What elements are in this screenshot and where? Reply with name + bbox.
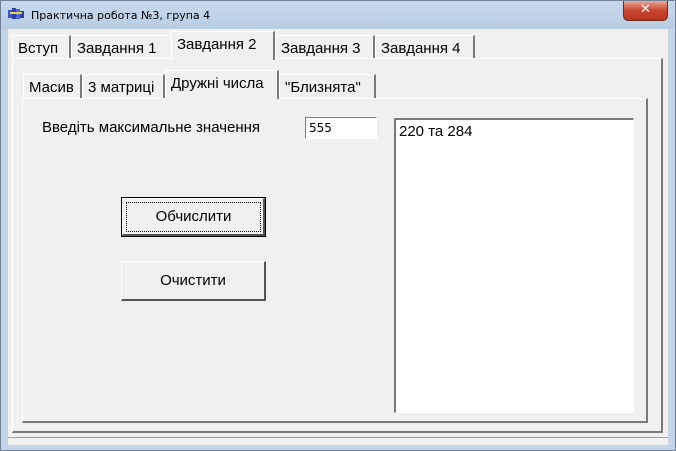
tab-zavdannia-4[interactable]: Завдання 4 [375,35,475,59]
calculate-button[interactable]: Обчислити [121,197,266,237]
title-bar[interactable]: Практична робота №3, група 4 ✕ [1,1,675,29]
result-memo[interactable]: 220 та 284 [394,118,634,413]
close-button[interactable]: ✕ [623,1,668,21]
tab-label: Завдання 4 [381,40,461,57]
tab-label: 3 матриці [88,79,155,96]
close-icon: ✕ [640,2,651,17]
max-value-input[interactable]: 555 [305,117,377,139]
tab-label: Масив [29,79,74,96]
max-value-label: Введіть максимальне значення [42,119,261,136]
tab-label: Завдання 3 [281,40,361,57]
app-icon [8,8,24,19]
tab-label: Вступ [18,40,59,57]
tab-label: "Близнята" [285,79,361,96]
tab-label: Дружні числа [171,75,264,92]
subtab-bliznyata[interactable]: "Близнята" [279,74,376,98]
tab-zavdannia-3[interactable]: Завдання 3 [275,35,375,59]
window-title: Практична робота №3, група 4 [31,9,211,22]
tab-label: Завдання 2 [177,36,257,53]
tab-zavdannia-1[interactable]: Завдання 1 [71,35,173,59]
clear-button-label: Очистити [160,272,226,289]
tab-zavdannia-2[interactable]: Завдання 2 [171,31,275,60]
client-bottom-line [8,437,668,438]
subtab-masyv[interactable]: Масив [23,74,82,98]
clear-button[interactable]: Очистити [121,261,266,301]
tab-label: Завдання 1 [77,40,157,57]
client-area: Вступ Завдання 1 Завдання 2 Завдання 3 З… [8,29,668,445]
tab-vstup[interactable]: Вступ [12,35,71,59]
subtab-3-matrytsi[interactable]: 3 матриці [82,74,165,98]
subtab-druzhni-chysla[interactable]: Дружні числа [165,70,279,99]
focus-rect [126,202,261,232]
app-window: Практична робота №3, група 4 ✕ Вступ Зав… [0,0,676,451]
